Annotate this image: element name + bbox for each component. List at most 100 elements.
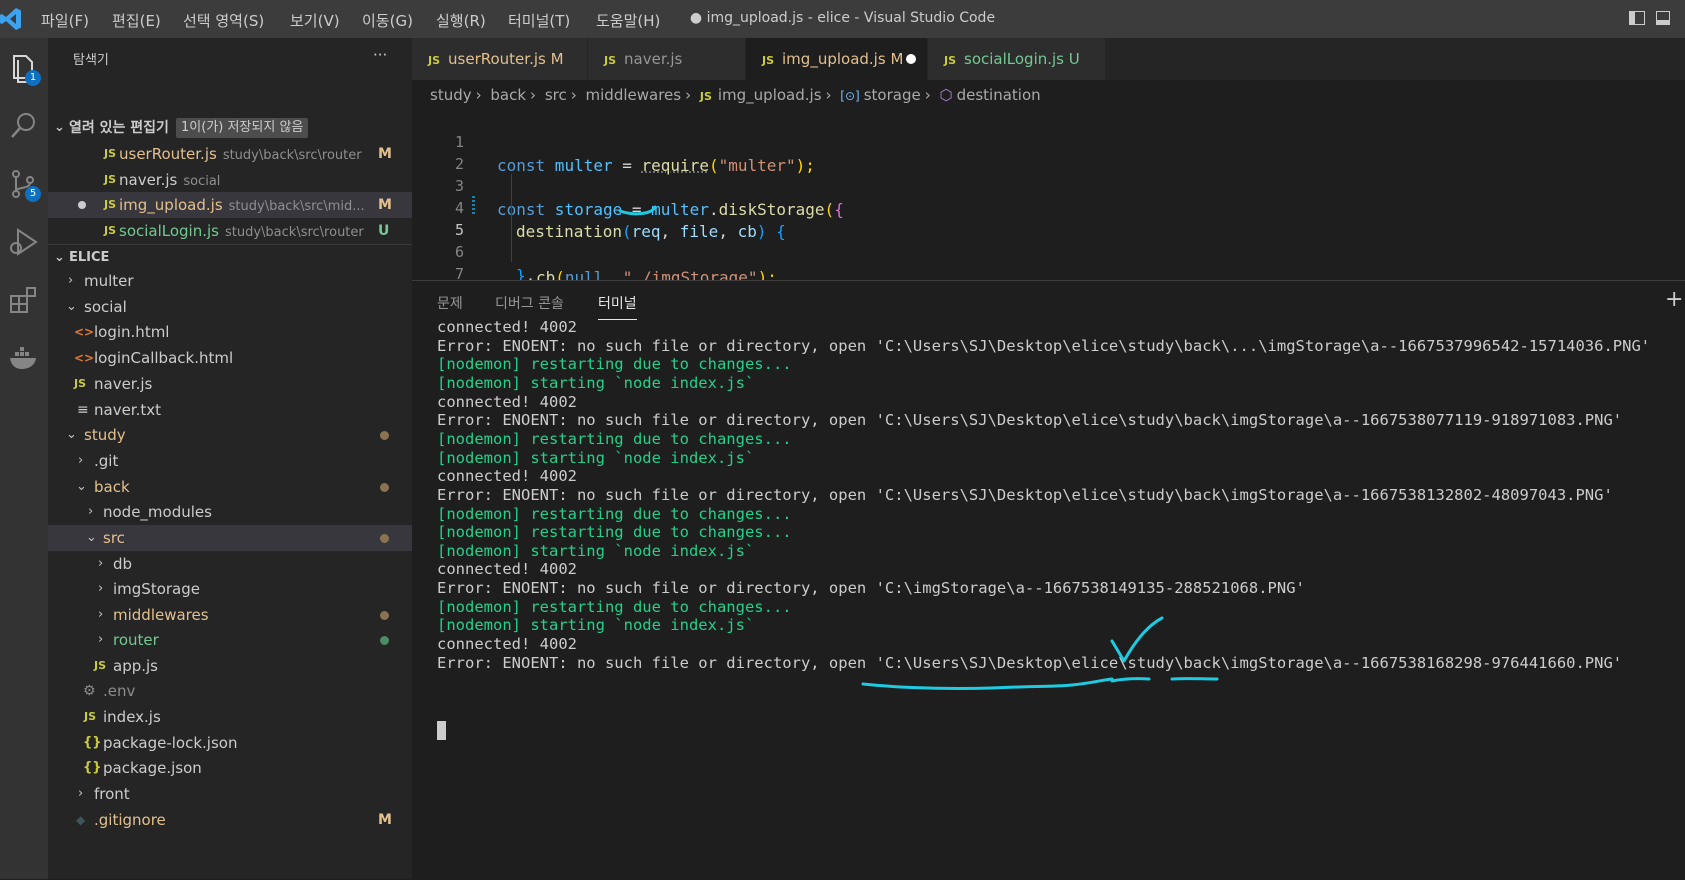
terminal-line: Error: ENOENT: no such file or directory… <box>437 485 1613 504</box>
tree-file-package-lock[interactable]: {} package-lock.json <box>48 730 412 756</box>
tree-folder-social[interactable]: ⌄ social <box>48 294 412 320</box>
tab-debug-console[interactable]: 디버그 콘솔 <box>495 293 564 313</box>
tree-folder-db[interactable]: › db <box>48 551 412 577</box>
run-debug-icon[interactable] <box>8 226 40 258</box>
file-name: img_upload.js <box>119 196 223 214</box>
tab-problems[interactable]: 문제 <box>437 293 463 313</box>
source-control-icon[interactable]: 5 <box>8 168 41 202</box>
terminal-line: [nodemon] starting `node index.js` <box>437 448 755 467</box>
tree-file-package-json[interactable]: {} package.json <box>48 755 412 781</box>
tab-label: userRouter.js <box>448 50 546 68</box>
chevron-down-icon: ⌄ <box>66 427 77 442</box>
handwritten-underline-editor <box>618 205 657 216</box>
tree-file-app-js[interactable]: JS app.js <box>48 653 412 679</box>
code-line: 1 const multer = require("multer"); <box>412 106 815 175</box>
modified-status: M <box>378 146 392 162</box>
tree-folder-imgstorage[interactable]: › imgStorage <box>48 576 412 602</box>
breadcrumb-item[interactable]: src <box>545 86 567 104</box>
open-editors-header[interactable]: ⌄ 열려 있는 편집기 1이(가) 저장되지 않음 <box>48 115 412 141</box>
html-file-icon: <> <box>74 351 95 365</box>
tab-sociallogin[interactable]: JS socialLogin.js U <box>928 38 1106 80</box>
unsaved-dot-icon[interactable] <box>78 201 86 209</box>
modified-status: M <box>378 197 392 213</box>
tree-label: front <box>94 785 130 803</box>
window-title: ● img_upload.js - elice - Visual Studio … <box>689 10 996 26</box>
tree-folder-router[interactable]: › router <box>48 627 412 653</box>
chevron-right-icon: › <box>98 632 104 647</box>
tab-userrouter[interactable]: JS userRouter.js M <box>412 38 588 80</box>
js-file-icon: JS <box>104 224 117 237</box>
terminal-line: [nodemon] restarting due to changes... <box>437 523 792 542</box>
code-editor[interactable]: 1 const multer = require("multer"); 2 3 … <box>412 106 1685 280</box>
tree-folder-study[interactable]: ⌄ study <box>48 422 412 448</box>
breadcrumb-item[interactable]: back <box>490 86 526 104</box>
tree-label: package.json <box>103 759 202 777</box>
toggle-sidebar-icon[interactable] <box>1629 11 1645 25</box>
tree-label: app.js <box>113 657 158 675</box>
tree-label: .env <box>103 682 136 700</box>
terminal-line: Error: ENOENT: no such file or directory… <box>437 411 1623 430</box>
tree-folder-front[interactable]: › front <box>48 781 412 807</box>
breadcrumb-item[interactable]: storage <box>864 86 921 104</box>
chevron-right-icon: › <box>78 453 84 468</box>
modified-dot <box>380 611 389 620</box>
terminal-line: [nodemon] restarting due to changes... <box>437 355 792 374</box>
tab-img-upload[interactable]: JS img_upload.js M <box>746 38 928 80</box>
breadcrumb-item[interactable]: study <box>430 86 472 104</box>
open-editor-sociallogin[interactable]: JS socialLogin.js study\back\src\router U <box>48 218 412 244</box>
js-file-icon: JS <box>428 54 441 67</box>
explorer-icon[interactable]: 1 <box>8 52 41 86</box>
tab-naver[interactable]: JS naver.js <box>588 38 746 80</box>
terminal-line: [nodemon] starting `node index.js` <box>437 373 755 392</box>
explorer-sidebar: 탐색기 ··· ⌄ 열려 있는 편집기 1이(가) 저장되지 않음 JS use… <box>48 38 412 879</box>
chevron-right-icon: › <box>88 504 94 519</box>
js-file-icon: JS <box>84 710 97 723</box>
modified-dot <box>380 431 389 440</box>
tree-label: router <box>113 631 159 649</box>
html-file-icon: <> <box>74 325 95 339</box>
modified-status: M <box>378 812 392 828</box>
terminal-line: Error: ENOENT: no such file or directory… <box>437 653 1623 672</box>
toggle-panel-icon[interactable] <box>1656 11 1670 25</box>
tree-folder-git[interactable]: › .git <box>48 448 412 474</box>
open-editor-userrouter[interactable]: JS userRouter.js study\back\src\router M <box>48 141 412 167</box>
activity-bar: 1 5 <box>0 38 48 879</box>
line-number: 7 <box>454 265 464 280</box>
tree-file-login-html[interactable]: <> login.html <box>48 319 412 345</box>
tree-folder-middlewares[interactable]: › middlewares <box>48 602 412 628</box>
tree-file-gitignore[interactable]: ◆ .gitignore M <box>48 807 412 833</box>
code-line: 6 }, <box>412 216 535 280</box>
breadcrumb-item[interactable]: middlewares <box>586 86 682 104</box>
tree-file-naver-txt[interactable]: ≡ naver.txt <box>48 397 412 423</box>
open-editor-naver[interactable]: JS naver.js social <box>48 167 412 193</box>
tree-folder-node-modules[interactable]: › node_modules <box>48 499 412 525</box>
tab-terminal[interactable]: 터미널 <box>598 293 637 320</box>
tree-file-env[interactable]: ⚙ .env <box>48 678 412 704</box>
js-file-icon: JS <box>94 659 107 672</box>
tree-folder-multer[interactable]: › multer <box>48 268 412 294</box>
terminal-line: Error: ENOENT: no such file or directory… <box>437 336 1651 355</box>
chevron-down-icon: ⌄ <box>54 120 65 135</box>
tree-label: .git <box>94 452 119 470</box>
more-actions-icon[interactable]: ··· <box>373 46 387 64</box>
search-icon[interactable] <box>8 110 40 142</box>
tree-folder-back[interactable]: ⌄ back <box>48 474 412 500</box>
extensions-icon[interactable] <box>8 284 40 316</box>
terminal-line: connected! 4002 <box>437 467 577 486</box>
docker-icon[interactable] <box>8 342 40 374</box>
open-editor-img-upload[interactable]: JS img_upload.js study\back\src\mid... M <box>48 192 412 218</box>
tree-file-index-js[interactable]: JS index.js <box>48 704 412 730</box>
breadcrumb-item[interactable]: destination <box>957 86 1041 104</box>
workspace-header[interactable]: ⌄ ELICE <box>48 244 412 271</box>
tree-file-logincallback-html[interactable]: <> loginCallback.html <box>48 345 412 371</box>
new-terminal-icon[interactable]: + <box>1665 287 1683 312</box>
unsaved-dot-icon[interactable] <box>906 54 916 64</box>
breadcrumb-item[interactable]: img_upload.js <box>718 86 822 104</box>
tree-file-naver-js[interactable]: JS naver.js <box>48 371 412 397</box>
tree-label: naver.txt <box>94 401 162 419</box>
tree-folder-src[interactable]: ⌄ src <box>48 525 412 551</box>
code-line: 5 cb(null, "./imgStorage"); <box>412 194 777 280</box>
unsaved-badge: 1이(가) 저장되지 않음 <box>176 118 309 138</box>
tree-label: db <box>113 555 133 573</box>
untracked-status: U <box>378 223 390 239</box>
